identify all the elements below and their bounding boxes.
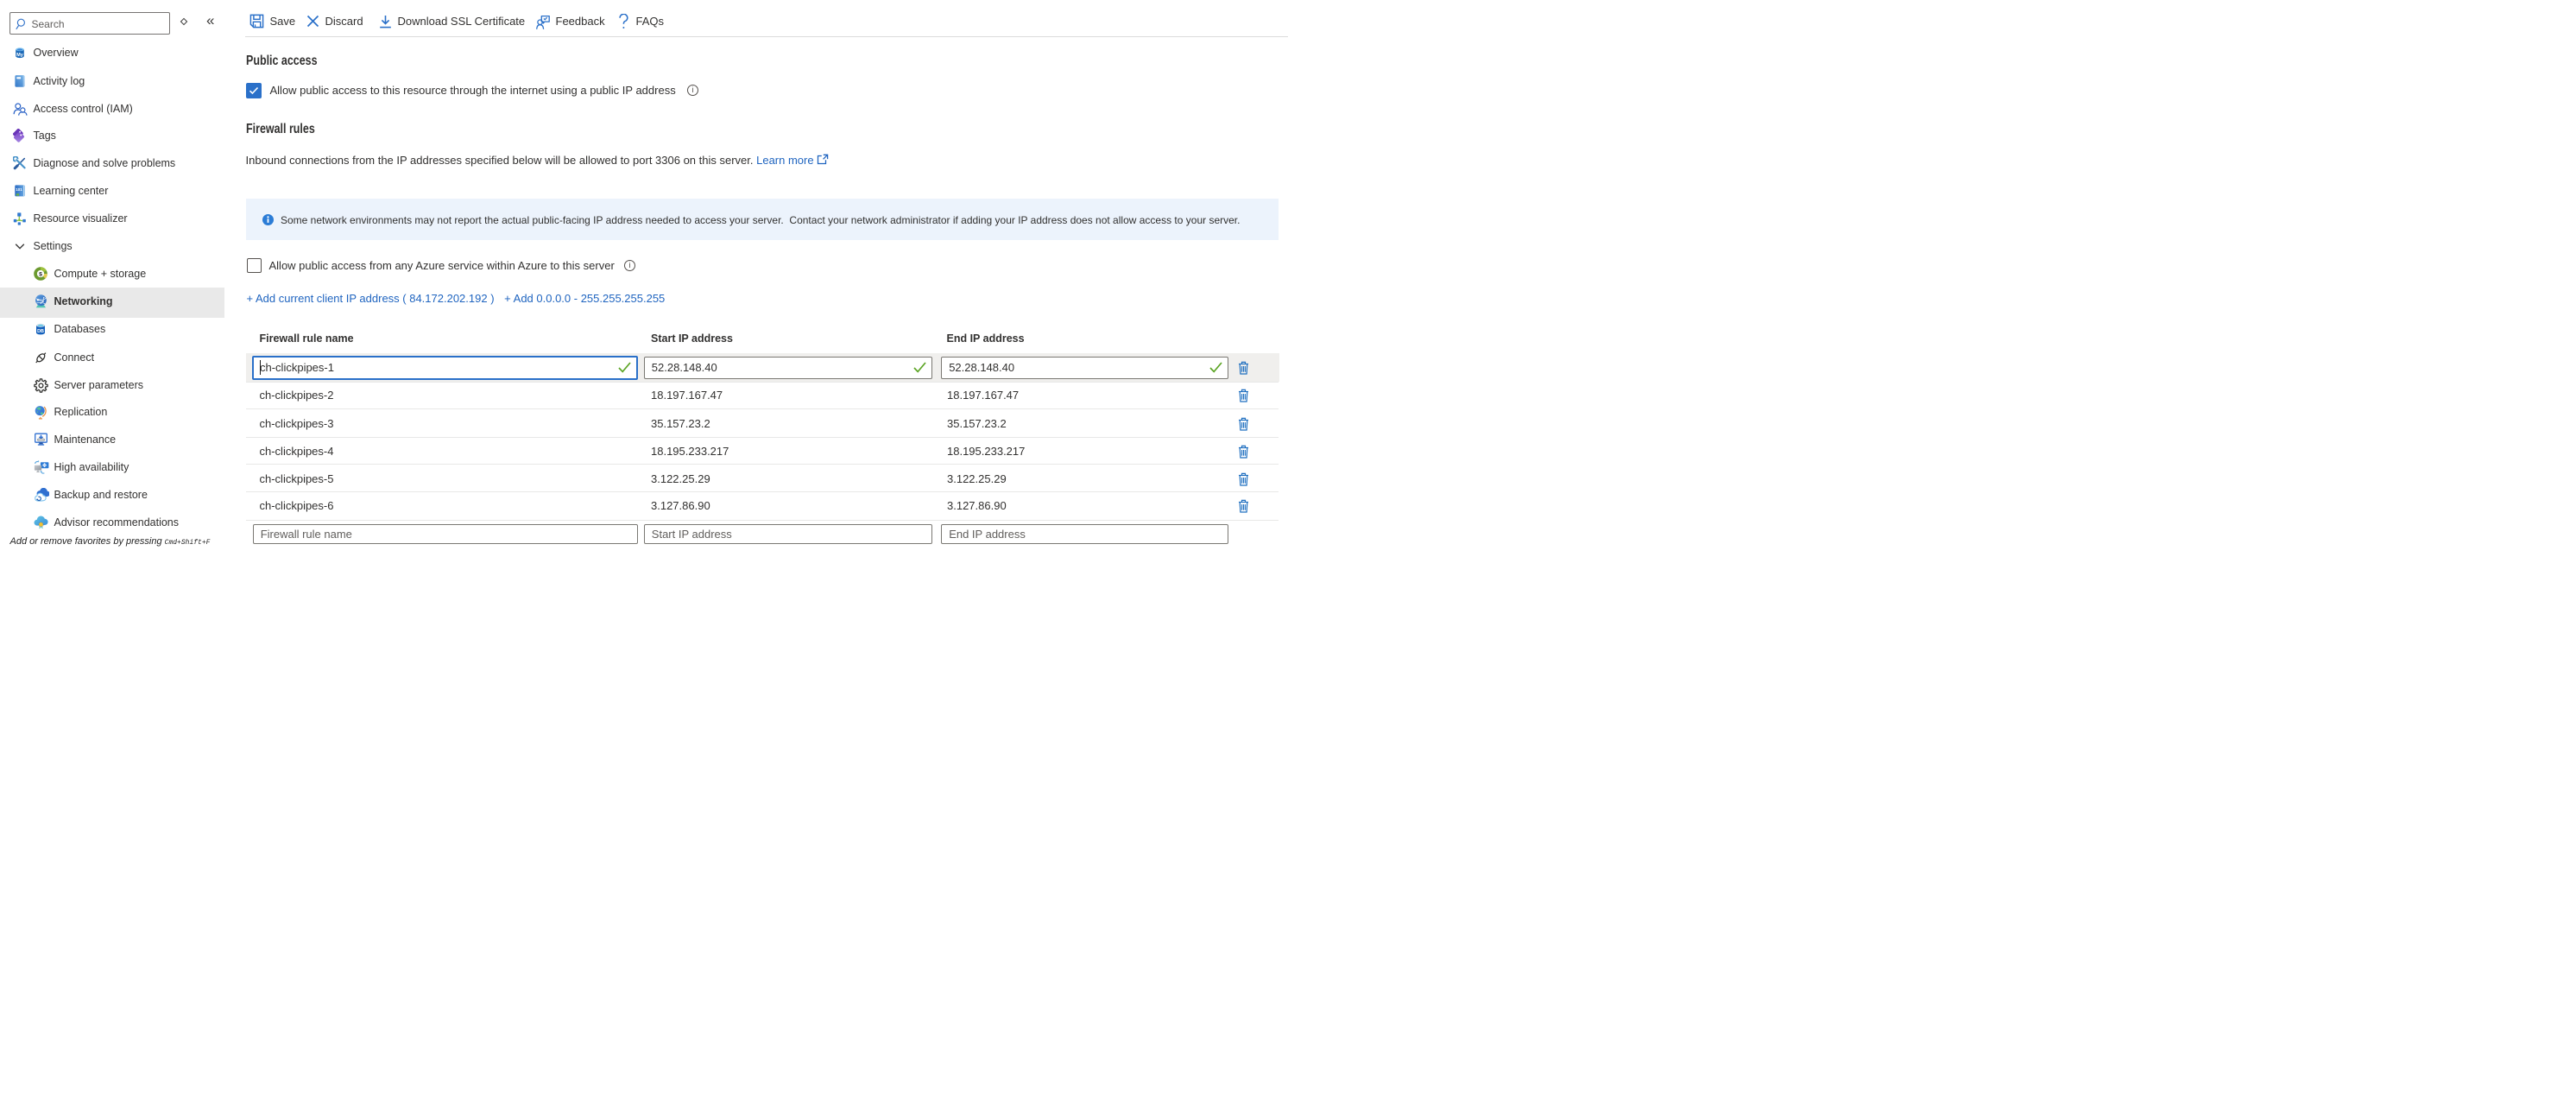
svg-text:DB: DB — [37, 329, 44, 334]
svg-text:$: $ — [39, 272, 42, 278]
svg-text:101: 101 — [16, 187, 22, 192]
svg-text:My: My — [16, 53, 24, 58]
